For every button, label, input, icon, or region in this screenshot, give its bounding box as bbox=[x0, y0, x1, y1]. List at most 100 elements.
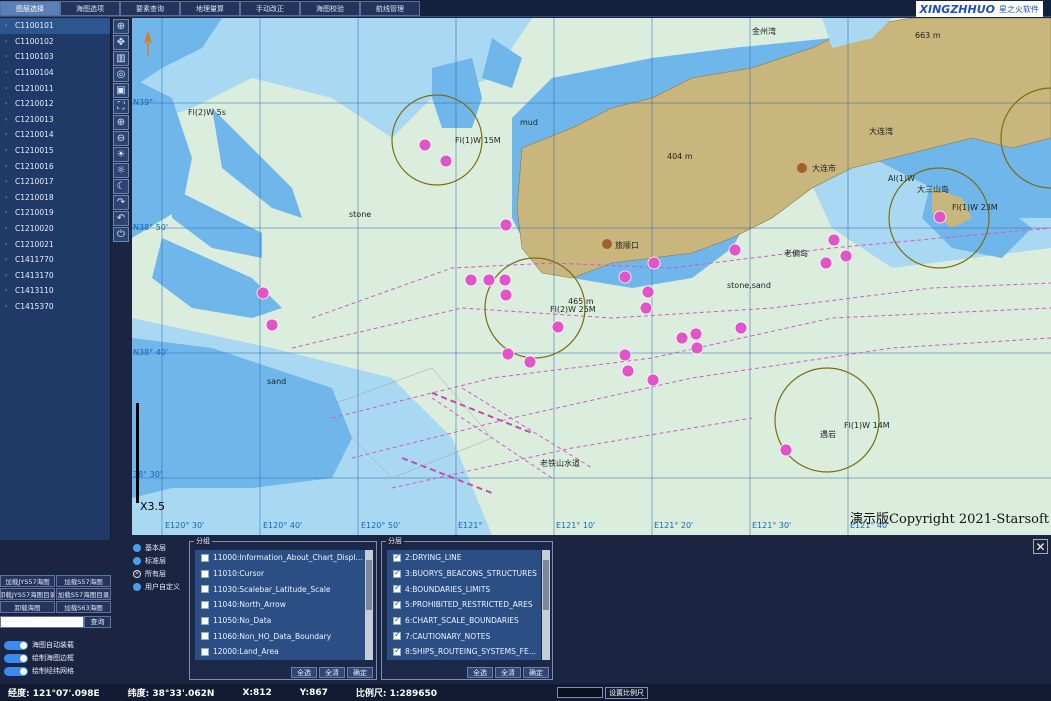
radio-all-layer[interactable]: × 所有层 bbox=[133, 567, 180, 580]
group-scrollbar[interactable] bbox=[365, 550, 373, 660]
tab-chart-options[interactable]: 海图选项 bbox=[60, 1, 120, 16]
chart-list-item[interactable]: › C1210016 bbox=[0, 158, 110, 174]
tab-chart-verify[interactable]: 海图校验 bbox=[300, 1, 360, 16]
load-s63-button[interactable]: 加载S63海图 bbox=[56, 601, 111, 613]
list-item[interactable]: 11050:No_Data bbox=[195, 613, 365, 629]
chart-list-item[interactable]: › C1411770 bbox=[0, 252, 110, 268]
chart-list-item[interactable]: › C1100101 bbox=[0, 18, 110, 34]
scrollbar-thumb[interactable] bbox=[366, 560, 372, 610]
chart-list-item[interactable]: › C1210020 bbox=[0, 221, 110, 237]
toggle-draw-border[interactable]: 绘制海图边框 bbox=[4, 652, 74, 664]
chart-list-item[interactable]: › C1210019 bbox=[0, 205, 110, 221]
toggle-switch[interactable] bbox=[4, 666, 28, 676]
redo-icon[interactable]: ↷ bbox=[113, 195, 129, 210]
zoom-in-icon[interactable]: ⊕ bbox=[113, 19, 129, 34]
checkbox[interactable] bbox=[201, 616, 209, 625]
confirm-button[interactable]: 确定 bbox=[347, 667, 373, 678]
undo-icon[interactable]: ↶ bbox=[113, 211, 129, 226]
chart-list-item[interactable]: › C1100103 bbox=[0, 49, 110, 65]
checkbox[interactable] bbox=[201, 569, 209, 578]
load-s57-button[interactable]: 加载S57海图 bbox=[56, 575, 111, 587]
checkbox[interactable] bbox=[201, 585, 209, 594]
radio-base-layer[interactable]: 基本层 bbox=[133, 541, 180, 554]
checkbox[interactable] bbox=[201, 600, 209, 609]
radio-standard-layer[interactable]: 标准层 bbox=[133, 554, 180, 567]
chart-list-item[interactable]: › C1210015 bbox=[0, 143, 110, 159]
checkbox[interactable] bbox=[201, 553, 209, 562]
list-item[interactable]: 8:SHIPS_ROUTEING_SYSTEMS_FE... bbox=[387, 644, 541, 660]
tab-feature-query[interactable]: 要素查询 bbox=[120, 1, 180, 16]
sublayer-scrollbar[interactable] bbox=[542, 550, 550, 660]
query-input[interactable] bbox=[0, 616, 84, 628]
pan-icon[interactable]: ✥ bbox=[113, 35, 129, 50]
unload-chart-button[interactable]: 卸载海图 bbox=[0, 601, 55, 613]
tab-layer-select[interactable]: 图层选择 bbox=[0, 1, 60, 16]
chart-map-view[interactable]: 金州湾 大连湾 大连市 旅顺口 老偏岛 老铁山水道 遇岩 大三山岛 Fl(2)W… bbox=[132, 18, 1051, 535]
list-item[interactable]: 11010:Cursor bbox=[195, 566, 365, 582]
confirm-button[interactable]: 确定 bbox=[523, 667, 549, 678]
toggle-draw-grid[interactable]: 绘制经纬网格 bbox=[4, 665, 74, 677]
load-s57-dir-button[interactable]: 加载S57海图目录 bbox=[56, 588, 111, 600]
checkbox[interactable] bbox=[393, 615, 401, 625]
toggle-auto-load[interactable]: 海图自动装载 bbox=[4, 639, 74, 651]
scrollbar-thumb[interactable] bbox=[543, 560, 549, 610]
checkbox[interactable] bbox=[393, 599, 401, 609]
list-item[interactable]: 12000:Land_Area bbox=[195, 644, 365, 660]
chart-list-item[interactable]: › C1100104 bbox=[0, 65, 110, 81]
load-jys57-button[interactable]: 加载JYS57海图 bbox=[0, 575, 55, 587]
list-item[interactable]: 11030:Scalebar_Latitude_Scale bbox=[195, 581, 365, 597]
tab-manual-correction[interactable]: 手动改正 bbox=[240, 1, 300, 16]
chart-list-item[interactable]: › C1210011 bbox=[0, 80, 110, 96]
list-item[interactable]: 2:DRYING_LINE bbox=[387, 550, 541, 566]
list-item[interactable]: 6:CHART_SCALE_BOUNDARIES bbox=[387, 613, 541, 629]
radio-custom-layer[interactable]: 用户自定义 bbox=[133, 580, 180, 593]
list-item[interactable]: 4:BOUNDARIES_LIMITS bbox=[387, 581, 541, 597]
unload-jys57-dir-button[interactable]: 卸载JYS57海图目录 bbox=[0, 588, 55, 600]
list-item[interactable]: 3:BUORYS_BEACONS_STRUCTURES bbox=[387, 566, 541, 582]
select-all-button[interactable]: 全选 bbox=[291, 667, 317, 678]
list-item[interactable]: 5:PROHIBITED_RESTRICTED_ARES bbox=[387, 597, 541, 613]
chart-list-item[interactable]: › C1413170 bbox=[0, 268, 110, 284]
chart-list-item[interactable]: › C1210017 bbox=[0, 174, 110, 190]
target-icon[interactable]: ◎ bbox=[113, 67, 129, 82]
checkbox[interactable] bbox=[393, 583, 401, 594]
close-icon[interactable]: ✕ bbox=[1033, 539, 1048, 554]
checkbox[interactable] bbox=[393, 630, 401, 641]
power-icon[interactable]: ⏻ bbox=[113, 227, 129, 242]
moon-icon[interactable]: ☾ bbox=[113, 179, 129, 194]
toggle-switch[interactable] bbox=[4, 640, 28, 650]
list-item[interactable]: 11000:Information_About_Chart_Displ... bbox=[195, 550, 365, 566]
checkbox[interactable] bbox=[201, 632, 209, 641]
sun-dim-icon[interactable]: ☼ bbox=[113, 163, 129, 178]
zoom-in-magnify-icon[interactable]: ⊕ bbox=[113, 115, 129, 130]
display-icon[interactable]: ▣ bbox=[113, 83, 129, 98]
fit-icon[interactable]: ⛶ bbox=[113, 99, 129, 114]
checkbox[interactable] bbox=[393, 646, 401, 656]
zoom-out-magnify-icon[interactable]: ⊖ bbox=[113, 131, 129, 146]
set-scale-button[interactable]: 设置比例尺 bbox=[605, 686, 649, 699]
chart-list-item[interactable]: › C1210021 bbox=[0, 236, 110, 252]
chart-list-item[interactable]: › C1413110 bbox=[0, 283, 110, 299]
chart-list-item[interactable]: › C1100102 bbox=[0, 34, 110, 50]
ruler-icon[interactable]: ▥ bbox=[113, 51, 129, 66]
checkbox[interactable] bbox=[393, 552, 401, 562]
chart-list-item[interactable]: › C1210013 bbox=[0, 112, 110, 128]
chart-list-item[interactable]: › C1415370 bbox=[0, 299, 110, 315]
tab-geo-measure[interactable]: 地理量算 bbox=[180, 1, 240, 16]
list-item[interactable]: 11040:North_Arrow bbox=[195, 597, 365, 613]
list-item[interactable]: 11060:Non_HO_Data_Boundary bbox=[195, 628, 365, 644]
clear-all-button[interactable]: 全清 bbox=[319, 667, 345, 678]
scale-input[interactable] bbox=[557, 687, 604, 698]
checkbox[interactable] bbox=[393, 568, 401, 578]
query-button[interactable]: 查询 bbox=[84, 616, 111, 628]
clear-all-button[interactable]: 全清 bbox=[495, 667, 521, 678]
chart-list-item[interactable]: › C1210014 bbox=[0, 127, 110, 143]
tab-route-manage[interactable]: 航线管理 bbox=[360, 1, 420, 16]
list-item[interactable]: 7:CAUTIONARY_NOTES bbox=[387, 628, 541, 644]
select-all-button[interactable]: 全选 bbox=[467, 667, 493, 678]
checkbox[interactable] bbox=[201, 647, 209, 656]
chart-list-item[interactable]: › C1210012 bbox=[0, 96, 110, 112]
chart-list-item[interactable]: › C1210018 bbox=[0, 190, 110, 206]
sun-icon[interactable]: ☀ bbox=[113, 147, 129, 162]
toggle-switch[interactable] bbox=[4, 653, 28, 663]
